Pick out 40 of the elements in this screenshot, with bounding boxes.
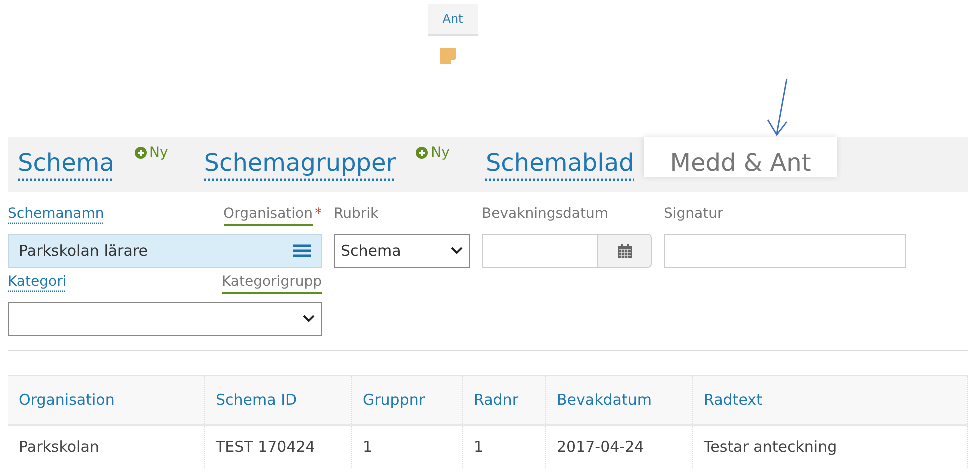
- dropdown[interactable]: Schema: [334, 234, 470, 268]
- column-header[interactable]: Radtext: [692, 376, 968, 425]
- tab[interactable]: Schema: [8, 137, 124, 177]
- table-cell: 1: [462, 425, 546, 468]
- tab[interactable]: Schemablad: [476, 137, 644, 177]
- dropdown[interactable]: [8, 302, 322, 336]
- column-header[interactable]: Gruppnr: [352, 376, 462, 425]
- lookup-field[interactable]: Parkskolan lärare: [8, 234, 322, 268]
- menu-icon[interactable]: [293, 244, 311, 258]
- table-cell: TEST 170424: [204, 425, 352, 468]
- chevron-icon: [451, 247, 463, 255]
- table-cell: Testar anteckning: [692, 425, 968, 468]
- table-cell: 2017-04-24: [546, 425, 692, 468]
- table-cell: Parkskolan: [8, 425, 204, 468]
- field-label: Organisation: [224, 206, 313, 226]
- column-header[interactable]: Organisation: [8, 376, 204, 425]
- plus-icon: [416, 147, 428, 159]
- field-label: Bevakningsdatum: [482, 206, 608, 222]
- ant-button[interactable]: Ant: [428, 4, 478, 36]
- required-mark: *: [315, 206, 322, 222]
- table-cell: 1: [352, 425, 462, 468]
- field-label: Signatur: [664, 206, 724, 222]
- new-link[interactable]: Ny: [416, 145, 450, 161]
- tab[interactable]: Medd & Ant: [644, 137, 838, 177]
- note-icon[interactable]: [440, 48, 456, 64]
- signature-field[interactable]: [664, 234, 906, 268]
- new-link[interactable]: Ny: [134, 145, 168, 161]
- column-header[interactable]: Radnr: [462, 376, 546, 425]
- column-header[interactable]: Bevakdatum: [546, 376, 692, 425]
- date-field[interactable]: [482, 234, 598, 268]
- plus-icon: [134, 147, 146, 159]
- field-label: Kategori: [8, 274, 67, 290]
- tab[interactable]: Schemagrupper: [194, 137, 406, 177]
- field-label: Kategorigrupp: [222, 274, 322, 294]
- column-header[interactable]: Schema ID: [204, 376, 352, 425]
- calendar-icon: [618, 244, 632, 258]
- calendar-button[interactable]: [598, 234, 652, 268]
- field-label: Rubrik: [334, 206, 379, 222]
- chevron-icon: [303, 315, 315, 323]
- field-label: Schemanamn: [8, 206, 104, 222]
